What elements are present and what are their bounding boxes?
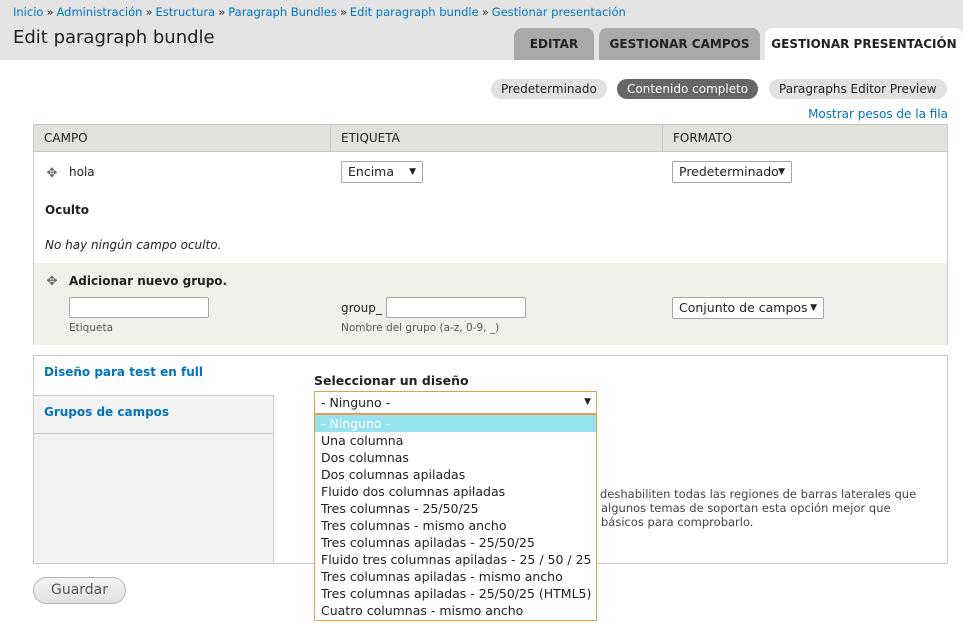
- tab-editar[interactable]: EDITAR: [514, 28, 594, 60]
- group-label-input[interactable]: [69, 297, 209, 318]
- page-title: Edit paragraph bundle: [13, 27, 215, 48]
- fields-table: CAMPO ETIQUETA FORMATO ✥ hola Encima ▼ P…: [33, 124, 948, 345]
- view-mode-paragraphs-editor-preview[interactable]: Paragraphs Editor Preview: [769, 79, 947, 99]
- breadcrumb-paragraph-bundles[interactable]: Paragraph Bundles: [228, 5, 337, 19]
- table-header: CAMPO ETIQUETA FORMATO: [34, 125, 947, 152]
- breadcrumb-edit-bundle[interactable]: Edit paragraph bundle: [350, 5, 479, 19]
- breadcrumb-estructura[interactable]: Estructura: [156, 5, 216, 19]
- layout-select-value: - Ninguno -: [321, 395, 391, 410]
- show-row-weights-link[interactable]: Mostrar pesos de la fila: [808, 107, 948, 121]
- group-format-value: Conjunto de campos: [679, 300, 808, 315]
- layout-option[interactable]: Tres columnas apiladas - 25/50/25 (HTML5…: [315, 585, 596, 602]
- column-header-formato: FORMATO: [673, 131, 733, 145]
- layout-option[interactable]: Tres columnas apiladas - mismo ancho: [315, 568, 596, 585]
- chevron-down-icon: ▼: [778, 167, 785, 177]
- field-name: hola: [69, 165, 95, 179]
- page-header: Inicio» Administración» Estructura» Paragra…: [0, 0, 963, 60]
- view-mode-contenido-completo[interactable]: Contenido completo: [617, 79, 759, 99]
- layout-option[interactable]: Dos columnas apiladas: [315, 466, 596, 483]
- layout-option[interactable]: Dos columnas: [315, 449, 596, 466]
- label-position-value: Encima: [348, 164, 395, 179]
- layout-option[interactable]: Tres columnas apiladas - 25/50/25: [315, 534, 596, 551]
- breadcrumb-separator: »: [339, 5, 347, 19]
- hidden-heading: Oculto: [45, 203, 89, 217]
- no-hidden-fields-text: No hay ningún campo oculto.: [45, 238, 222, 252]
- layout-option[interactable]: Fluido dos columnas apiladas: [315, 483, 596, 500]
- breadcrumb-administracion[interactable]: Administración: [56, 5, 142, 19]
- save-button[interactable]: Guardar: [33, 577, 126, 604]
- description-line: deshabiliten todas las regiones de barra…: [600, 487, 917, 501]
- layout-select-label: Seleccionar un diseño: [314, 373, 469, 388]
- breadcrumb-inicio[interactable]: Inicio: [13, 5, 43, 19]
- description-line: básicos para comprobarlo.: [601, 515, 754, 529]
- group-name-prefix: group_: [341, 301, 382, 315]
- layout-option[interactable]: - Ninguno -: [315, 415, 596, 432]
- column-header-etiqueta: ETIQUETA: [331, 125, 663, 151]
- layout-option[interactable]: Fluido tres columnas apiladas - 25 / 50 …: [315, 551, 596, 568]
- chevron-down-icon: ▼: [409, 167, 416, 177]
- vertical-tabs-menu: Diseño para test en full Grupos de campo…: [34, 356, 275, 563]
- group-name-input[interactable]: [386, 297, 526, 318]
- add-group-row: ✥ Adicionar nuevo grupo. Etiqueta group_…: [34, 263, 947, 345]
- format-select[interactable]: Predeterminado ▼: [672, 161, 792, 183]
- column-header-campo: CAMPO: [34, 125, 331, 151]
- group-name-caption: Nombre del grupo (a-z, 0-9, _): [341, 322, 500, 334]
- chevron-down-icon: ▼: [584, 397, 591, 407]
- drag-handle-icon[interactable]: ✥: [45, 167, 59, 181]
- layout-option[interactable]: Tres columnas - 25/50/25: [315, 500, 596, 517]
- tab-gestionar-presentacion[interactable]: GESTIONAR PRESENTACIÓN: [765, 28, 963, 60]
- breadcrumb-separator: »: [145, 5, 153, 19]
- chevron-down-icon: ▼: [810, 303, 817, 313]
- layout-option[interactable]: Tres columnas - mismo ancho: [315, 517, 596, 534]
- group-format-select[interactable]: Conjunto de campos ▼: [672, 297, 824, 319]
- vertical-tab-layout[interactable]: Diseño para test en full: [34, 356, 275, 395]
- breadcrumb-separator: »: [46, 5, 54, 19]
- layout-option[interactable]: Una columna: [315, 432, 596, 449]
- layout-option[interactable]: Cuatro columnas - mismo ancho: [315, 602, 596, 619]
- breadcrumb-gestionar-presentacion[interactable]: Gestionar presentación: [492, 5, 626, 19]
- group-label-caption: Etiqueta: [69, 322, 113, 334]
- format-value: Predeterminado: [679, 164, 779, 179]
- breadcrumb: Inicio» Administración» Estructura» Paragra…: [13, 5, 626, 19]
- breadcrumb-separator: »: [218, 5, 226, 19]
- breadcrumb-separator: »: [481, 5, 489, 19]
- layout-select[interactable]: - Ninguno - ▼: [314, 391, 597, 414]
- view-mode-predeterminado[interactable]: Predeterminado: [491, 79, 607, 99]
- vertical-tab-field-groups[interactable]: Grupos de campos: [34, 395, 274, 434]
- description-line: algunos temas de soportan esta opción me…: [601, 501, 891, 515]
- layout-dropdown-list: - Ninguno - Una columna Dos columnas Dos…: [314, 414, 597, 621]
- layout-description: deshabiliten todas las regiones de barra…: [600, 487, 935, 529]
- drag-handle-icon[interactable]: ✥: [45, 275, 59, 289]
- add-group-title: Adicionar nuevo grupo.: [69, 274, 228, 288]
- tab-gestionar-campos[interactable]: GESTIONAR CAMPOS: [599, 28, 760, 60]
- label-position-select[interactable]: Encima ▼: [341, 161, 423, 183]
